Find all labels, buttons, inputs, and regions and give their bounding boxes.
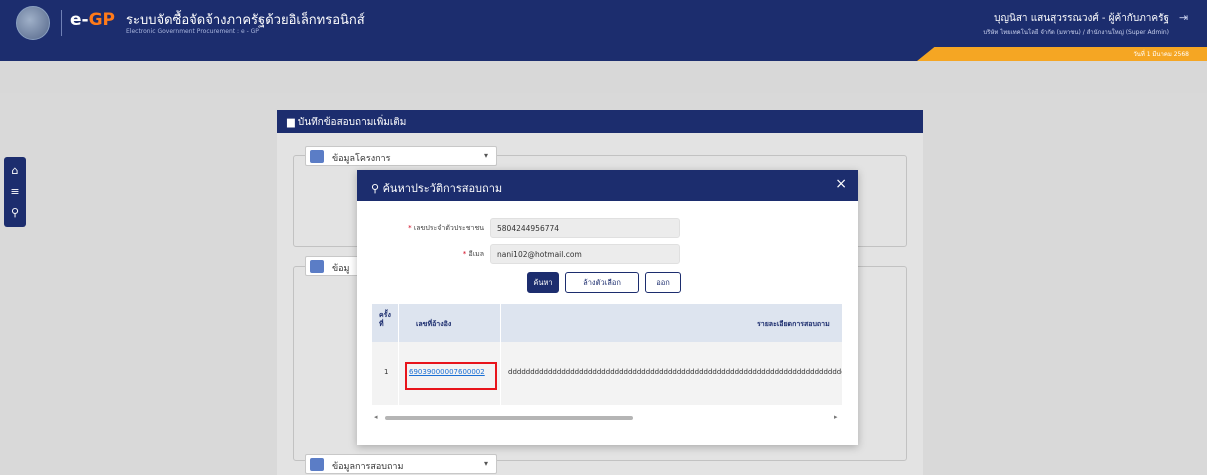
modal-header: ⚲ ค้นหาประวัติการสอบถาม × — [357, 170, 858, 201]
logo-prefix: e- — [70, 10, 89, 30]
system-title: ระบบจัดซื้อจัดจ้างภาครัฐด้วยอิเล็กทรอนิก… — [126, 13, 365, 28]
menu-icon[interactable]: ≡ — [10, 185, 19, 198]
col-header-ref: เลขที่อ้างอิง — [416, 320, 452, 328]
email-label-text: อีเมล — [468, 250, 484, 258]
tax-id-field[interactable]: 5804244956774 — [490, 218, 680, 238]
exit-button[interactable]: ออก — [645, 272, 681, 293]
search-button[interactable]: ค้นหา — [527, 272, 559, 293]
section-question-label: ข้อมูลการสอบถาม — [332, 462, 404, 472]
date-text: วันที่ 1 มีนาคม 2568 — [1133, 51, 1189, 58]
section-question-toggle[interactable]: ข้อมูลการสอบถาม ▾ — [305, 454, 497, 474]
scroll-left-icon[interactable]: ◂ — [374, 413, 378, 421]
email-label: * อีเมล — [462, 250, 484, 258]
egp-logo[interactable]: e-GP — [70, 10, 115, 30]
scroll-right-icon[interactable]: ▸ — [834, 413, 838, 421]
user-organization: บริษัท ไทยเทคโนโลยี จำกัด (มหาชน) / สำนั… — [983, 29, 1169, 36]
header-divider — [61, 10, 62, 36]
document-icon: ▆ — [287, 117, 295, 128]
form-card-title: บันทึกข้อสอบถามเพิ่มเติม — [297, 117, 407, 128]
section-project-label: ข้อมูลโครงการ — [332, 154, 391, 164]
section-project-toggle[interactable]: ข้อมูลโครงการ ▾ — [305, 146, 497, 166]
search-icon: ⚲ — [371, 182, 380, 195]
col-header-no: ครั้งที่ — [379, 311, 391, 328]
cell-no: 1 — [384, 368, 389, 376]
section-icon — [310, 150, 324, 163]
chevron-down-icon: ▾ — [483, 459, 488, 468]
tax-id-label-text: เลขประจำตัวประชาชน — [413, 224, 484, 232]
header-accent-bar: วันที่ 1 มีนาคม 2568 — [0, 47, 1207, 61]
cell-detail: dddddddddddddddddddddddddddddddddddddddd… — [508, 368, 842, 376]
logout-icon[interactable]: ⇥ — [1179, 12, 1191, 24]
column-divider — [500, 304, 501, 405]
section-icon — [310, 260, 324, 273]
table-header: ครั้งที่ เลขที่อ้างอิง รายละเอียดการสอบถ… — [372, 304, 842, 342]
form-card-header: ▆ บันทึกข้อสอบถามเพิ่มเติม — [277, 110, 923, 133]
system-subtitle: Electronic Government Procurement : e - … — [126, 28, 259, 35]
app-header: e-GP ระบบจัดซื้อจัดจ้างภาครัฐด้วยอิเล็กท… — [0, 0, 1207, 47]
chevron-down-icon: ▾ — [483, 151, 488, 160]
email-field[interactable]: nani102@hotmail.com — [490, 244, 680, 264]
logo-gp: GP — [88, 10, 116, 30]
scrollbar-thumb[interactable] — [385, 416, 633, 420]
section-icon — [310, 458, 324, 471]
modal-title-text: ค้นหาประวัติการสอบถาม — [382, 182, 503, 195]
section-second-toggle[interactable]: ข้อมู — [305, 256, 365, 276]
page-band — [0, 61, 1207, 93]
clear-selection-button[interactable]: ล้างตัวเลือก — [565, 272, 639, 293]
home-icon[interactable]: ⌂ — [12, 165, 19, 177]
column-divider — [398, 304, 399, 405]
search-icon[interactable]: ⚲ — [11, 206, 19, 219]
section-second-label: ข้อมู — [332, 264, 350, 274]
modal-title: ⚲ ค้นหาประวัติการสอบถาม — [371, 179, 502, 197]
user-name: บุญนิสา แสนสุวรรณวงศ์ - ผู้ค้ากับภาครัฐ — [994, 13, 1169, 24]
horizontal-scrollbar[interactable]: ◂ ▸ — [372, 413, 842, 423]
garuda-emblem-icon — [16, 6, 50, 40]
highlight-box — [405, 362, 497, 390]
floating-side-menu: ⌂ ≡ ⚲ — [4, 157, 26, 227]
tax-id-label: * เลขประจำตัวประชาชน — [408, 224, 484, 232]
search-history-modal: ⚲ ค้นหาประวัติการสอบถาม × * เลขประจำตัวป… — [357, 170, 858, 445]
col-header-detail: รายละเอียดการสอบถาม — [757, 320, 830, 328]
close-icon[interactable]: × — [835, 177, 847, 191]
